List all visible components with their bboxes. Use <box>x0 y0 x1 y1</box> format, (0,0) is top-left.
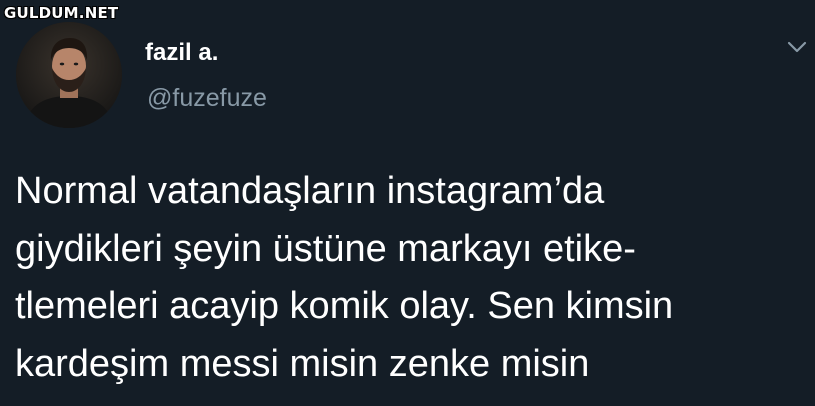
author-handle[interactable]: @fuzefuze <box>147 84 267 113</box>
avatar[interactable] <box>16 22 122 128</box>
watermark-logo: GULDUM.NET <box>4 4 119 22</box>
tweet-line: giydikleri şeyin üstüne markayı etike- <box>15 227 636 270</box>
tweet-line: kardeşim messi misin zenke misin <box>15 342 590 385</box>
chevron-down-icon[interactable] <box>786 38 808 56</box>
tweet-line: tlemeleri acayip komik olay. Sen kimsin <box>15 285 674 327</box>
tweet-text: Normal vatandaşların instagram’da giydik… <box>15 163 810 393</box>
author-display-name[interactable]: fazil a. <box>145 39 218 67</box>
tweet-line: Normal vatandaşların instagram’da <box>15 170 605 212</box>
avatar-photo <box>16 22 122 128</box>
